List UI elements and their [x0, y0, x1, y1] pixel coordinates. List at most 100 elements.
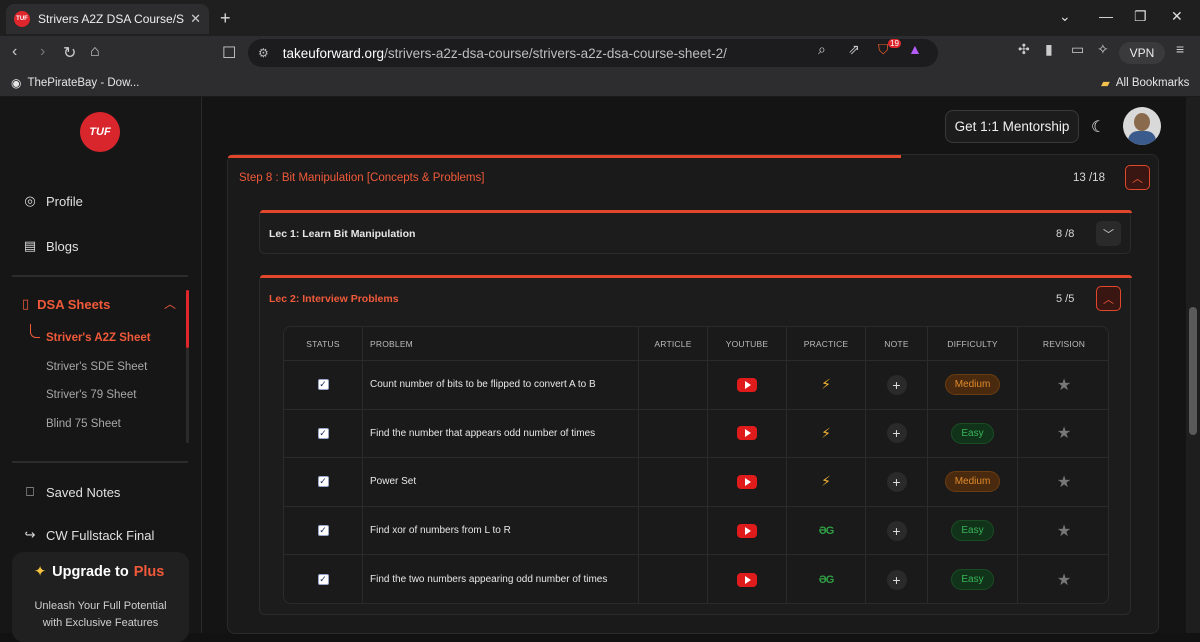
share-icon[interactable]: ⇗ [848, 41, 860, 58]
sidebar-scroll-track [186, 348, 189, 443]
youtube-icon[interactable] [737, 426, 757, 441]
collapse-lecture-button[interactable]: ︿ [1096, 286, 1121, 311]
divider [12, 461, 188, 463]
problem-name[interactable]: Find the two numbers appearing odd numbe… [363, 555, 639, 603]
bookmark-icon[interactable]: ☐ [222, 43, 236, 63]
difficulty-cell: Easy [928, 506, 1018, 555]
status-checkbox[interactable]: ✓ [317, 379, 329, 391]
address-bar-row: ‹ › ↻ ⌂ ☐ ⚙ takeuforward.org/strivers-a2… [0, 36, 1200, 70]
problem-name[interactable]: Power Set [363, 458, 639, 506]
tree-connector [30, 324, 40, 338]
tab-bar: TUF Strivers A2Z DSA Course/Sheet ✕ + ⌄ … [0, 0, 1200, 36]
rewards-icon[interactable]: ▲ [908, 41, 922, 57]
scrollbar-thumb[interactable] [1189, 307, 1197, 435]
zoom-icon[interactable]: ⌕ [818, 41, 826, 58]
sheet-a2z[interactable]: Striver's A2Z Sheet [46, 332, 151, 344]
tuf-logo[interactable]: TUF [80, 112, 120, 152]
browser-tab[interactable]: TUF Strivers A2Z DSA Course/Sheet ✕ [6, 4, 209, 34]
status-checkbox[interactable]: ✓ [317, 427, 329, 439]
all-bookmarks[interactable]: ▰ All Bookmarks [1101, 76, 1189, 90]
article-cell [639, 361, 708, 409]
chevron-up-icon[interactable]: ︿ [164, 295, 176, 312]
add-note-button[interactable]: + [886, 569, 907, 590]
page-scrollbar[interactable] [1186, 97, 1200, 633]
youtube-icon[interactable] [737, 523, 757, 538]
moon-icon[interactable]: ☾ [1091, 117, 1105, 137]
expand-lecture-button[interactable]: ﹀ [1096, 221, 1121, 246]
sidebar-toggle-icon[interactable]: ▮ [1045, 41, 1053, 58]
sheet-blind-75[interactable]: Blind 75 Sheet [46, 418, 121, 430]
star-icon[interactable]: ★ [1057, 472, 1071, 492]
star-icon[interactable]: ★ [1057, 423, 1071, 443]
collapse-step-button[interactable]: ︿ [1125, 165, 1150, 190]
forward-icon[interactable]: › [40, 43, 45, 61]
sparkle-icon: ✦ [34, 564, 47, 580]
problem-name[interactable]: Find xor of numbers from L to R [363, 506, 639, 555]
url-input[interactable]: ⚙ takeuforward.org/strivers-a2z-dsa-cour… [248, 39, 938, 67]
star-icon[interactable]: ★ [1057, 570, 1071, 590]
header-revision: REVISION [1042, 338, 1086, 349]
sidebar-item-saved-notes[interactable]: ⎕ Saved Notes [22, 484, 120, 500]
reload-icon[interactable]: ↻ [63, 43, 76, 63]
dsa-sheets-label: DSA Sheets [37, 296, 111, 312]
sidebar-item-dsa-sheets[interactable]: ▯ DSA Sheets [22, 296, 110, 312]
geeksforgeeks-icon[interactable]: ƏG [819, 574, 835, 586]
back-icon[interactable]: ‹ [12, 43, 17, 61]
problem-name[interactable]: Find the number that appears odd number … [363, 409, 639, 458]
new-tab-icon[interactable]: + [220, 8, 231, 29]
youtube-icon[interactable] [737, 474, 757, 489]
sidebar-item-cw[interactable]: ↪ CW Fullstack Final [22, 527, 155, 543]
menu-icon[interactable]: ≡ [1176, 41, 1184, 57]
minimize-icon[interactable]: — [1099, 8, 1113, 24]
youtube-icon[interactable] [737, 572, 757, 587]
table-row: ✓ Find the number that appears odd number… [284, 409, 1108, 459]
youtube-icon[interactable] [737, 377, 757, 392]
add-note-button[interactable]: + [886, 471, 907, 492]
status-checkbox[interactable]: ✓ [317, 574, 329, 586]
mentorship-button[interactable]: Get 1:1 Mentorship [945, 110, 1079, 143]
article-cell [639, 506, 708, 555]
add-note-button[interactable]: + [886, 520, 907, 541]
practice-cell: ⚡ [787, 458, 866, 506]
close-tab-icon[interactable]: ✕ [190, 11, 201, 27]
codingninjas-icon[interactable]: ⚡ [821, 473, 831, 490]
extensions-icon[interactable]: ✣ [1018, 41, 1030, 58]
status-checkbox[interactable]: ✓ [317, 525, 329, 537]
lecture-1[interactable]: Lec 1: Learn Bit Manipulation 8 /8 ﹀ [259, 210, 1132, 254]
add-note-button[interactable]: + [886, 423, 907, 444]
close-window-icon[interactable]: ✕ [1171, 8, 1183, 25]
site-info-icon[interactable]: ⚙ [258, 46, 269, 60]
upgrade-card[interactable]: ✦ Upgrade to Plus Unleash Your Full Poten… [12, 552, 189, 642]
leo-ai-icon[interactable]: ✧ [1097, 41, 1109, 58]
codingninjas-icon[interactable]: ⚡ [821, 376, 831, 393]
geeksforgeeks-icon[interactable]: ƏG [819, 525, 835, 537]
step-title[interactable]: Step 8 : Bit Manipulation [Concepts & Pr… [239, 172, 484, 184]
bookmark-piratebay[interactable]: ◉ ThePirateBay - Dow... [11, 76, 139, 90]
revision-cell: ★ [1018, 361, 1108, 409]
tab-search-icon[interactable]: ⌄ [1059, 8, 1071, 25]
all-bookmarks-label: All Bookmarks [1115, 77, 1190, 89]
article-cell [639, 555, 708, 603]
wallet-icon[interactable]: ▭ [1071, 41, 1084, 58]
sidebar-item-blogs[interactable]: ▤ Blogs [22, 238, 79, 254]
status-checkbox[interactable]: ✓ [317, 476, 329, 488]
lecture-title[interactable]: Lec 2: Interview Problems [269, 293, 399, 305]
practice-cell: ƏG [787, 555, 866, 603]
sheet-sde[interactable]: Striver's SDE Sheet [46, 361, 147, 373]
restore-icon[interactable]: ❐ [1134, 8, 1147, 25]
star-icon[interactable]: ★ [1057, 521, 1071, 541]
avatar[interactable] [1123, 107, 1161, 145]
header-youtube: YOUTUBE [708, 327, 787, 360]
home-icon[interactable]: ⌂ [90, 43, 100, 61]
codingninjas-icon[interactable]: ⚡ [821, 425, 831, 442]
header-practice: PRACTICE [787, 327, 866, 360]
sheet-79[interactable]: Striver's 79 Sheet [46, 389, 136, 401]
brave-shield-icon[interactable]: ⛉ [878, 41, 889, 58]
practice-cell: ⚡ [787, 361, 866, 409]
revision-cell: ★ [1018, 458, 1108, 506]
vpn-button[interactable]: VPN [1119, 42, 1165, 64]
problem-name[interactable]: Count number of bits to be flipped to co… [363, 361, 639, 409]
star-icon[interactable]: ★ [1057, 375, 1071, 395]
add-note-button[interactable]: + [886, 374, 907, 395]
sidebar-item-profile[interactable]: ◎ Profile [22, 193, 83, 209]
